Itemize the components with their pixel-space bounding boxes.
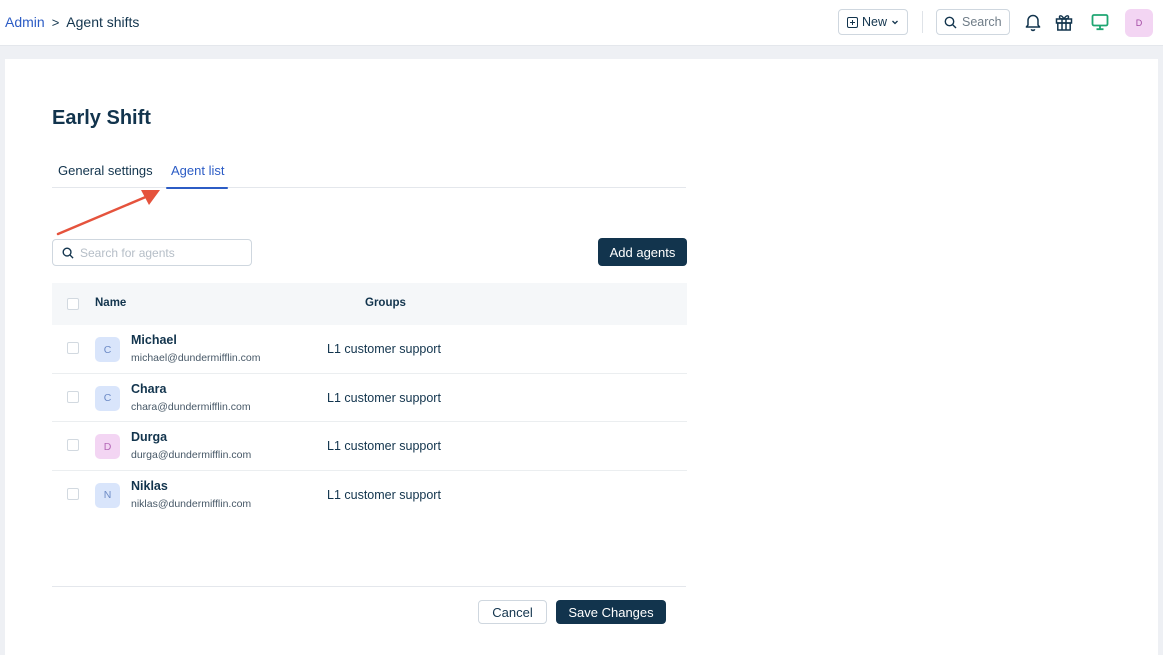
breadcrumb: Admin > Agent shifts (5, 14, 139, 30)
row-checkbox[interactable] (67, 342, 79, 354)
table-row: C Michael michael@dundermifflin.com L1 c… (52, 325, 687, 374)
gift-icon (1055, 15, 1073, 31)
plus-square-icon (846, 16, 858, 28)
notifications-button[interactable] (1022, 11, 1044, 33)
agent-avatar: C (95, 337, 120, 362)
row-checkbox[interactable] (67, 439, 79, 451)
global-search-button[interactable]: Search (936, 9, 1010, 35)
agent-name: Michael (131, 333, 177, 347)
chevron-down-icon (892, 20, 898, 25)
agent-email: chara@dundermifflin.com (131, 400, 251, 413)
gift-button[interactable] (1053, 11, 1075, 33)
save-changes-button[interactable]: Save Changes (556, 600, 666, 624)
agent-group: L1 customer support (327, 390, 441, 405)
agent-group: L1 customer support (327, 487, 441, 502)
new-button[interactable]: New (838, 9, 908, 35)
search-icon (62, 247, 74, 259)
agent-avatar: N (95, 482, 120, 508)
row-checkbox[interactable] (67, 390, 79, 403)
top-bar: Admin > Agent shifts New Search D (0, 0, 1163, 46)
agent-email: durga@dundermifflin.com (131, 449, 252, 461)
page-title: Early Shift (52, 107, 151, 129)
agent-avatar: C (95, 385, 120, 411)
agent-email: niklas@dundermifflin.com (131, 497, 252, 510)
agent-email: michael@dundermifflin.com (131, 352, 261, 364)
global-search-label: Search (962, 15, 1002, 29)
cancel-button[interactable]: Cancel (478, 600, 547, 624)
bell-icon (1025, 14, 1041, 32)
tab-general-settings[interactable]: General settings (58, 163, 153, 188)
agent-search-input[interactable] (80, 245, 240, 260)
breadcrumb-separator: > (51, 14, 60, 30)
breadcrumb-admin-link[interactable]: Admin (5, 14, 45, 30)
tab-agent-list[interactable]: Agent list (165, 163, 230, 189)
breadcrumb-current: Agent shifts (66, 14, 140, 30)
new-button-label: New (861, 15, 887, 29)
agent-search-field[interactable] (52, 239, 252, 266)
table-header: Name Groups (52, 283, 687, 325)
search-icon (944, 16, 957, 28)
agent-avatar: D (95, 434, 120, 459)
agents-table: Name Groups C Michael michael@dundermiff… (52, 283, 687, 519)
user-avatar[interactable]: D (1125, 9, 1153, 37)
table-row: C Chara chara@dundermifflin.com L1 custo… (52, 374, 687, 422)
footer-divider (52, 586, 686, 587)
table-row: N Niklas niklas@dundermifflin.com L1 cus… (52, 471, 687, 520)
agent-name: Chara (131, 381, 167, 396)
row-checkbox[interactable] (67, 487, 79, 500)
select-all-checkbox[interactable] (67, 298, 79, 310)
agent-name: Niklas (131, 478, 168, 493)
monitor-button[interactable] (1089, 11, 1111, 33)
tab-bar: General settings Agent list (52, 163, 686, 189)
agent-group: L1 customer support (327, 439, 441, 453)
main-card: Early Shift General settings Agent list … (5, 59, 1158, 655)
add-agents-button[interactable]: Add agents (598, 238, 687, 266)
agent-group: L1 customer support (327, 342, 441, 356)
column-header-name: Name (95, 297, 127, 309)
agent-name: Durga (131, 430, 168, 444)
header-divider (922, 11, 923, 33)
monitor-icon (1091, 14, 1109, 31)
column-header-groups: Groups (365, 297, 406, 309)
table-row: D Durga durga@dundermifflin.com L1 custo… (52, 422, 687, 471)
